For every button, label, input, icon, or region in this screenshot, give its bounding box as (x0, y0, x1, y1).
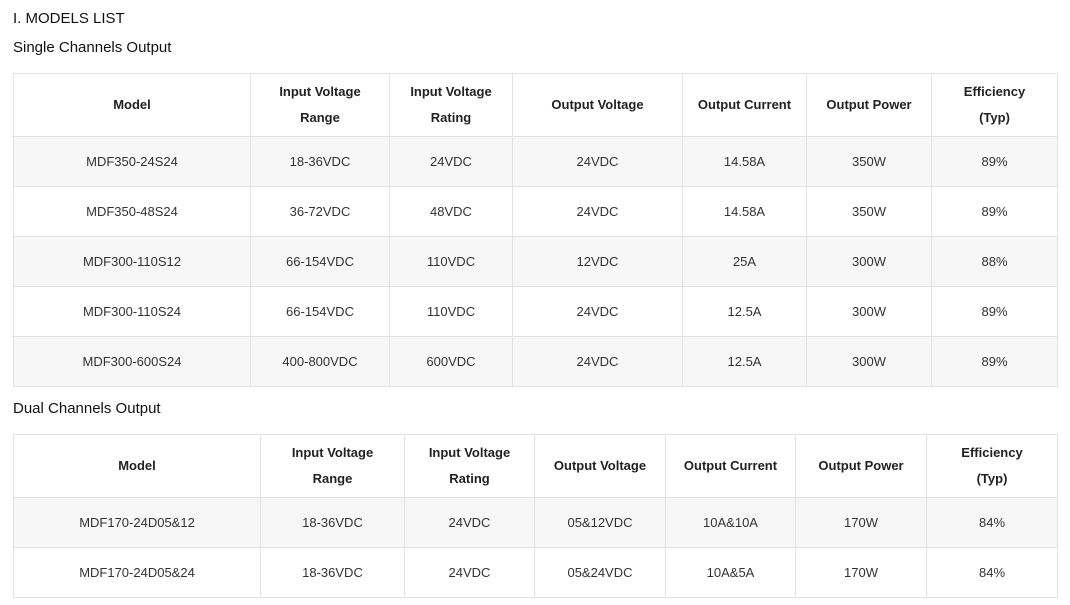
header-input-voltage-rating: Input Voltage Rating (389, 73, 513, 137)
header-text: Rating (430, 110, 472, 125)
cell-output-voltage: 24VDC (512, 286, 683, 337)
header-output-current: Output Current (682, 73, 807, 137)
header-efficiency: Efficiency (Typ) (926, 434, 1058, 498)
cell-output-voltage: 12VDC (512, 236, 683, 287)
cell-input-voltage-rating: 24VDC (404, 497, 535, 548)
table-row: MDF170-24D05&12 18-36VDC 24VDC 05&12VDC 10A&… (13, 497, 1058, 548)
cell-output-power: 350W (806, 136, 932, 187)
header-text: Output Voltage (551, 97, 644, 112)
header-output-power: Output Power (795, 434, 927, 498)
header-text: Input Voltage (291, 445, 374, 460)
cell-input-voltage-range: 66-154VDC (250, 236, 390, 287)
cell-input-voltage-rating: 24VDC (389, 136, 513, 187)
cell-model: MDF350-48S24 (13, 186, 251, 237)
table-row: MDF350-24S24 18-36VDC 24VDC 24VDC 14.58A 350W… (13, 136, 1058, 187)
cell-efficiency: 89% (931, 286, 1058, 337)
header-text: Model (113, 97, 151, 112)
cell-model: MDF170-24D05&24 (13, 547, 261, 598)
cell-output-power: 170W (795, 547, 927, 598)
header-text: Efficiency (963, 84, 1026, 99)
header-output-voltage: Output Voltage (512, 73, 683, 137)
header-text: (Typ) (976, 471, 1008, 486)
header-text: Efficiency (961, 445, 1023, 460)
cell-model: MDF350-24S24 (13, 136, 251, 187)
header-text: (Typ) (979, 110, 1010, 125)
header-text: Range (300, 110, 340, 125)
header-text: Model (118, 458, 156, 473)
header-output-current: Output Current (665, 434, 796, 498)
header-text: Output Current (697, 97, 792, 112)
cell-output-power: 170W (795, 497, 927, 548)
header-model: Model (13, 434, 261, 498)
cell-output-current: 10A&5A (665, 547, 796, 598)
cell-efficiency: 84% (926, 497, 1058, 548)
cell-output-voltage: 24VDC (512, 136, 683, 187)
cell-efficiency: 88% (931, 236, 1058, 287)
table-row: MDF350-48S24 36-72VDC 48VDC 24VDC 14.58A 350W… (13, 186, 1058, 237)
cell-input-voltage-rating: 110VDC (389, 236, 513, 287)
header-text: Input Voltage (410, 84, 492, 99)
table-row: MDF300-110S12 66-154VDC 110VDC 12VDC 25A 300W… (13, 236, 1058, 287)
table-row: MDF300-600S24 400-800VDC 600VDC 24VDC 12.5A 3… (13, 336, 1058, 387)
cell-output-power: 300W (806, 336, 932, 387)
cell-input-voltage-range: 400-800VDC (250, 336, 390, 387)
cell-output-current: 12.5A (682, 336, 807, 387)
dual-channels-title: Dual Channels Output (13, 400, 161, 417)
cell-model: MDF300-110S12 (13, 236, 251, 287)
cell-output-voltage: 05&12VDC (534, 497, 666, 548)
cell-output-current: 14.58A (682, 186, 807, 237)
header-text: Output Power (826, 97, 912, 112)
cell-efficiency: 84% (926, 547, 1058, 598)
cell-model: MDF170-24D05&12 (13, 497, 261, 548)
cell-input-voltage-rating: 110VDC (389, 286, 513, 337)
header-text: Output Voltage (553, 458, 647, 473)
header-model: Model (13, 73, 251, 137)
header-text: Input Voltage (279, 84, 361, 99)
table-header-row: Model Input Voltage Range Input Voltage Rati… (13, 73, 1058, 137)
dual-channels-table: Model Input Voltage Range Input Voltage Rati… (13, 434, 1058, 598)
cell-input-voltage-range: 18-36VDC (260, 497, 405, 548)
cell-output-current: 10A&10A (665, 497, 796, 548)
cell-efficiency: 89% (931, 336, 1058, 387)
cell-model: MDF300-110S24 (13, 286, 251, 337)
cell-efficiency: 89% (931, 136, 1058, 187)
cell-output-current: 14.58A (682, 136, 807, 187)
table-row: MDF300-110S24 66-154VDC 110VDC 24VDC 12.5A 30… (13, 286, 1058, 337)
header-text: Range (312, 471, 353, 486)
cell-efficiency: 89% (931, 186, 1058, 237)
cell-input-voltage-rating: 24VDC (404, 547, 535, 598)
cell-output-power: 350W (806, 186, 932, 237)
cell-output-current: 12.5A (682, 286, 807, 337)
cell-input-voltage-range: 18-36VDC (250, 136, 390, 187)
header-text: Rating (449, 471, 490, 486)
header-text: Output Current (683, 458, 778, 473)
header-output-voltage: Output Voltage (534, 434, 666, 498)
cell-input-voltage-range: 36-72VDC (250, 186, 390, 237)
header-efficiency: Efficiency (Typ) (931, 73, 1058, 137)
cell-output-current: 25A (682, 236, 807, 287)
header-output-power: Output Power (806, 73, 932, 137)
cell-output-voltage: 05&24VDC (534, 547, 666, 598)
single-channels-table: Model Input Voltage Range Input Voltage Rati… (13, 73, 1058, 387)
cell-input-voltage-range: 18-36VDC (260, 547, 405, 598)
cell-input-voltage-range: 66-154VDC (250, 286, 390, 337)
header-text: Input Voltage (428, 445, 511, 460)
cell-output-voltage: 24VDC (512, 336, 683, 387)
cell-output-power: 300W (806, 236, 932, 287)
header-input-voltage-range: Input Voltage Range (250, 73, 390, 137)
section-title: I. MODELS LIST (13, 10, 125, 27)
table-row: MDF170-24D05&24 18-36VDC 24VDC 05&24VDC 10A&… (13, 547, 1058, 598)
header-text: Output Power (818, 458, 904, 473)
cell-input-voltage-rating: 48VDC (389, 186, 513, 237)
cell-output-voltage: 24VDC (512, 186, 683, 237)
header-input-voltage-range: Input Voltage Range (260, 434, 405, 498)
cell-input-voltage-rating: 600VDC (389, 336, 513, 387)
cell-model: MDF300-600S24 (13, 336, 251, 387)
single-channels-title: Single Channels Output (13, 39, 172, 56)
table-header-row: Model Input Voltage Range Input Voltage Rati… (13, 434, 1058, 498)
cell-output-power: 300W (806, 286, 932, 337)
header-input-voltage-rating: Input Voltage Rating (404, 434, 535, 498)
